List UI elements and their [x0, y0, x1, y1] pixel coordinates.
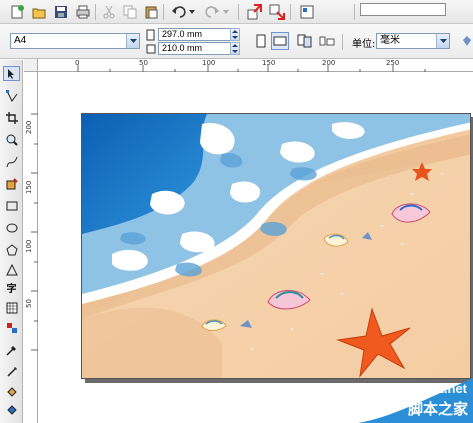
units-value: 毫米	[380, 35, 400, 46]
horizontal-ruler[interactable]: 0 50 100 150 200 250	[38, 59, 473, 72]
all-pages-button[interactable]	[296, 32, 314, 50]
ruler-label: 250	[386, 59, 400, 67]
ruler-label: 200	[25, 120, 33, 134]
eyedropper-icon[interactable]	[3, 342, 20, 357]
page-width-value: 297.0 mm	[162, 29, 203, 39]
text-tool-icon[interactable]: 字	[3, 280, 20, 295]
units-select[interactable]: 毫米	[376, 33, 450, 49]
interactive-fill-icon[interactable]	[3, 402, 20, 417]
application-launcher-icon[interactable]	[298, 3, 316, 21]
paste-icon[interactable]	[142, 3, 160, 21]
standard-toolbar	[0, 0, 473, 24]
watermark-name: 脚本之家	[407, 400, 468, 418]
page-width-icon	[146, 29, 156, 44]
ruler-label: 50	[139, 59, 148, 67]
ruler-label: 0	[75, 59, 80, 67]
units-label: 单位:	[352, 39, 376, 50]
shape-tool-icon[interactable]	[3, 88, 20, 103]
ruler-label: 150	[25, 180, 33, 194]
smart-fill-icon[interactable]	[3, 176, 20, 191]
zoom-tool-icon[interactable]	[3, 132, 20, 147]
crop-tool-icon[interactable]	[3, 110, 20, 125]
toolbox: 字	[0, 60, 23, 423]
pick-tool-icon[interactable]	[3, 66, 20, 81]
property-bar: A4 297.0 mm 210.0 mm 单位: 毫米	[0, 24, 473, 59]
table-tool-icon[interactable]	[3, 300, 20, 315]
cut-icon[interactable]	[100, 3, 118, 21]
paper-type-value: A4	[14, 35, 27, 46]
width-spinner[interactable]	[230, 28, 240, 41]
page-height-field[interactable]: 210.0 mm	[158, 42, 232, 55]
ruler-label: 150	[262, 59, 276, 67]
undo-icon[interactable]	[170, 3, 188, 21]
ruler-label: 100	[202, 59, 216, 67]
vertical-ruler[interactable]: 200 150 100 50	[24, 72, 38, 423]
paper-type-select[interactable]: A4	[10, 33, 140, 49]
current-page-button[interactable]	[318, 32, 336, 50]
portrait-button[interactable]	[252, 32, 270, 50]
ruler-label: 200	[322, 59, 336, 67]
page-height-icon	[146, 43, 156, 58]
page-width-field[interactable]: 297.0 mm	[158, 28, 232, 41]
zoom-level-field[interactable]	[360, 3, 446, 16]
chevron-down-icon[interactable]	[126, 34, 139, 48]
copy-icon[interactable]	[121, 3, 139, 21]
outline-tool-icon[interactable]	[3, 364, 20, 379]
ruler-origin[interactable]	[24, 59, 38, 72]
print-icon[interactable]	[74, 3, 92, 21]
chevron-down-icon[interactable]	[436, 34, 449, 48]
freehand-tool-icon[interactable]	[3, 154, 20, 169]
open-icon[interactable]	[30, 3, 48, 21]
ruler-label: 100	[25, 239, 33, 253]
basic-shapes-icon[interactable]	[3, 262, 20, 277]
import-icon[interactable]	[246, 3, 264, 21]
landscape-button[interactable]	[271, 32, 289, 50]
save-icon[interactable]	[52, 3, 70, 21]
height-spinner[interactable]	[230, 42, 240, 55]
drawing-page[interactable]	[81, 113, 471, 379]
watermark-site: jb51.net	[417, 381, 467, 396]
ruler-label: 50	[25, 299, 33, 308]
watermark: jb51.net 脚本之家	[338, 378, 473, 423]
rectangle-tool-icon[interactable]	[3, 198, 20, 213]
new-icon[interactable]	[8, 3, 26, 21]
ellipse-tool-icon[interactable]	[3, 220, 20, 235]
beach-illustration[interactable]	[82, 114, 471, 379]
polygon-tool-icon[interactable]	[3, 242, 20, 257]
redo-dropdown-icon[interactable]	[222, 3, 230, 21]
interactive-blend-icon[interactable]	[3, 320, 20, 335]
text-tool-glyph: 字	[6, 284, 17, 295]
nudge-distance-icon[interactable]	[458, 32, 473, 50]
page-height-value: 210.0 mm	[162, 43, 203, 53]
undo-dropdown-icon[interactable]	[188, 3, 196, 21]
redo-icon[interactable]	[203, 3, 221, 21]
export-icon[interactable]	[268, 3, 286, 21]
fill-tool-icon[interactable]	[3, 384, 20, 399]
